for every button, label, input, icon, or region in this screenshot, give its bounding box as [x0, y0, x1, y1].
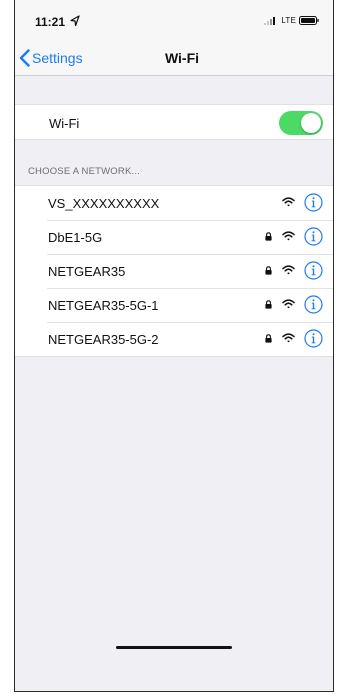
- home-indicator[interactable]: [116, 646, 232, 649]
- lock-icon: [265, 266, 272, 275]
- wifi-toggle-label: Wi-Fi: [49, 116, 80, 131]
- info-icon[interactable]: [304, 193, 323, 212]
- network-row[interactable]: NETGEAR35-5G-2: [15, 322, 333, 356]
- status-indicators: LTE: [264, 16, 319, 25]
- lock-icon: [265, 300, 272, 309]
- wifi-toggle-switch[interactable]: [279, 111, 323, 135]
- nav-bar: Settings Wi-Fi: [15, 40, 333, 76]
- toggle-knob: [301, 113, 321, 133]
- wifi-signal-icon: [282, 333, 295, 343]
- status-time: 11:21: [35, 15, 66, 29]
- wifi-signal-icon: [282, 299, 295, 309]
- network-name: NETGEAR35-5G-2: [48, 332, 159, 347]
- network-row[interactable]: NETGEAR35: [15, 254, 333, 288]
- page-title: Wi-Fi: [164, 50, 200, 66]
- lock-icon: [265, 232, 272, 241]
- phone-screen: 11:21 LTE Settings Wi-Fi Wi-Fi CHOOSE A …: [14, 0, 334, 692]
- battery-icon: [299, 16, 319, 25]
- info-icon[interactable]: [304, 295, 323, 314]
- wifi-signal-icon: [282, 197, 295, 207]
- cellular-signal-icon: [264, 17, 276, 25]
- section-header: CHOOSE A NETWORK...: [28, 166, 141, 177]
- network-name: VS_XXXXXXXXXX: [48, 196, 160, 211]
- network-name: NETGEAR35-5G-1: [48, 298, 159, 313]
- info-icon[interactable]: [304, 261, 323, 280]
- network-list: VS_XXXXXXXXXX DbE1-5G NETGEAR35 NETGEAR3…: [15, 185, 333, 357]
- location-arrow-icon: [70, 15, 80, 27]
- carrier-label: LTE: [281, 16, 296, 25]
- info-icon[interactable]: [304, 329, 323, 348]
- wifi-toggle-row: Wi-Fi: [15, 104, 333, 140]
- network-row[interactable]: NETGEAR35-5G-1: [15, 288, 333, 322]
- status-bar: 11:21 LTE: [15, 0, 333, 40]
- info-icon[interactable]: [304, 227, 323, 246]
- wifi-signal-icon: [282, 231, 295, 241]
- wifi-signal-icon: [282, 265, 295, 275]
- lock-icon: [265, 334, 272, 343]
- network-row[interactable]: DbE1-5G: [15, 220, 333, 254]
- network-name: DbE1-5G: [48, 230, 103, 245]
- network-name: NETGEAR35: [48, 264, 126, 279]
- network-row[interactable]: VS_XXXXXXXXXX: [15, 186, 333, 220]
- page: 11:21 LTE Settings Wi-Fi Wi-Fi CHOOSE A …: [0, 0, 339, 694]
